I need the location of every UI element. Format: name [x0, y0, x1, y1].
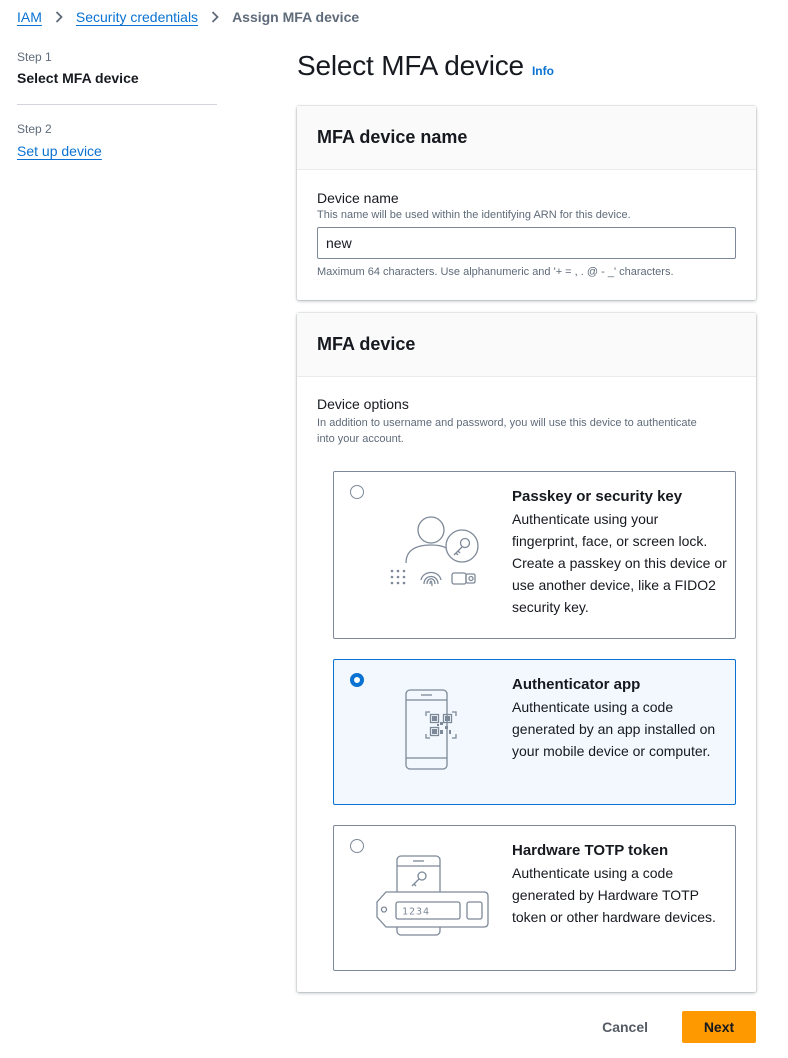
info-link[interactable]: Info	[532, 64, 554, 78]
step-1-number: Step 1	[17, 50, 52, 64]
step-divider	[17, 104, 217, 105]
token-display-text: 1234	[402, 907, 430, 918]
container-title: MFA device name	[317, 127, 468, 147]
option-authenticator-app-description: Authenticate using a code generated by a…	[512, 699, 716, 759]
page-header: Select MFA device Info	[297, 50, 554, 82]
breadcrumb-iam[interactable]: IAM	[17, 9, 42, 25]
option-authenticator-app-tile[interactable]: Authenticator app Authenticate using a c…	[333, 659, 736, 805]
option-authenticator-app-title: Authenticator app	[512, 676, 641, 693]
passkey-illustration-icon	[388, 516, 483, 595]
option-passkey-title: Passkey or security key	[512, 488, 683, 505]
device-name-input[interactable]	[317, 227, 736, 259]
option-passkey-text: Passkey or security key Authenticate usi…	[512, 488, 727, 618]
breadcrumb-current: Assign MFA device	[232, 9, 360, 25]
device-options-label: Device options	[317, 396, 409, 412]
container-header: MFA device	[297, 313, 756, 377]
option-hardware-token-title: Hardware TOTP token	[512, 842, 669, 859]
option-hardware-token-tile[interactable]: 1234 Hardware TOTP token Authenticate us…	[333, 825, 736, 971]
radio-authenticator-app[interactable]	[350, 673, 364, 687]
option-passkey-tile[interactable]: Passkey or security key Authenticate usi…	[333, 471, 736, 639]
authenticator-app-illustration-icon	[404, 688, 464, 777]
device-name-container: MFA device name Device name This name wi…	[297, 106, 756, 300]
container-header: MFA device name	[297, 106, 756, 170]
device-name-constraint: Maximum 64 characters. Use alphanumeric …	[317, 266, 674, 278]
wizard-actions: Cancel Next	[592, 1011, 756, 1043]
device-name-description: This name will be used within the identi…	[317, 209, 631, 221]
breadcrumb-security-credentials[interactable]: Security credentials	[76, 9, 198, 25]
chevron-right-icon	[204, 10, 226, 24]
radio-hardware-token[interactable]	[350, 839, 364, 853]
container-title: MFA device	[317, 334, 416, 354]
device-name-field: Device name This name will be used withi…	[297, 170, 756, 298]
step-2-link[interactable]: Set up device	[17, 143, 102, 159]
wizard-steps: Step 1 Select MFA device Step 2 Set up d…	[17, 50, 217, 161]
step-2: Step 2 Set up device	[17, 122, 217, 161]
page-title: Select MFA device	[297, 50, 524, 81]
radio-passkey[interactable]	[350, 485, 364, 499]
option-hardware-token-description: Authenticate using a code generated by H…	[512, 865, 716, 925]
device-options-field: Device options In addition to username a…	[297, 377, 756, 447]
next-button[interactable]: Next	[682, 1011, 756, 1043]
option-hardware-token-text: Hardware TOTP token Authenticate using a…	[512, 842, 727, 928]
option-passkey-description: Authenticate using your fingerprint, fac…	[512, 511, 727, 615]
mfa-device-container: MFA device Device options In addition to…	[297, 313, 756, 992]
hardware-token-illustration-icon: 1234	[374, 854, 492, 943]
breadcrumb: IAM Security credentials Assign MFA devi…	[17, 9, 359, 25]
device-options-description: In addition to username and password, yo…	[317, 417, 697, 445]
step-1: Step 1 Select MFA device	[17, 50, 217, 86]
cancel-button[interactable]: Cancel	[592, 1019, 658, 1035]
step-1-title: Select MFA device	[17, 70, 139, 86]
device-name-label: Device name	[317, 190, 399, 206]
step-2-number: Step 2	[17, 122, 52, 136]
option-authenticator-app-text: Authenticator app Authenticate using a c…	[512, 676, 727, 762]
chevron-right-icon	[48, 10, 70, 24]
